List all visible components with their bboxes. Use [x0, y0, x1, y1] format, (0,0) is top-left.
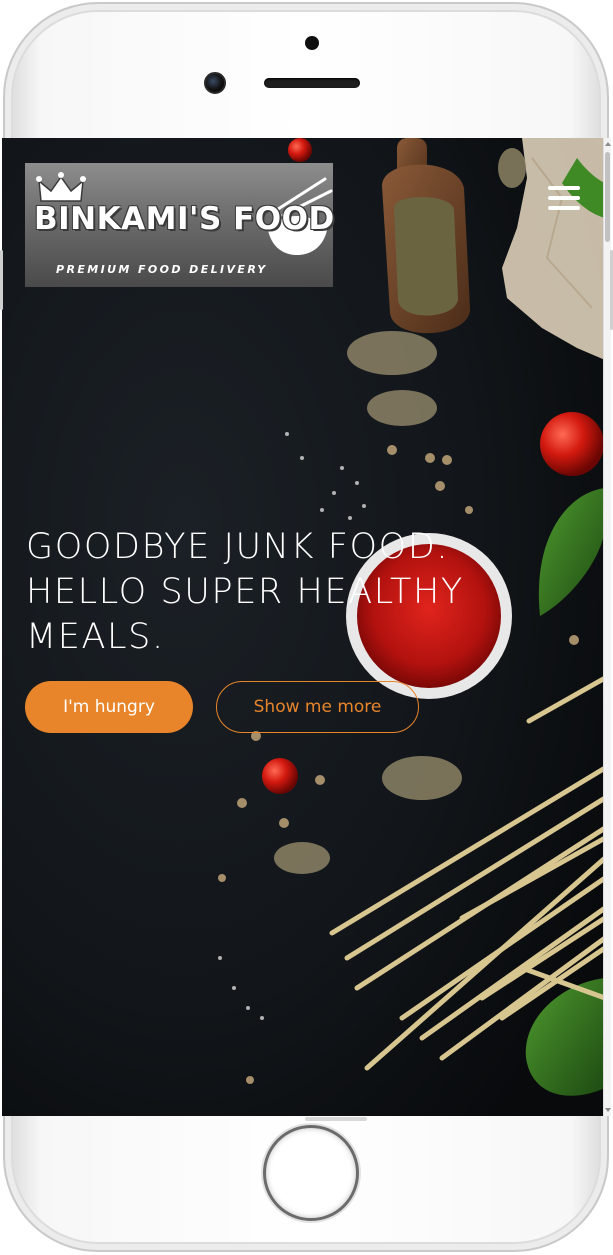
front-camera-icon: [305, 36, 319, 50]
scroll-thumb[interactable]: [605, 152, 610, 242]
home-button[interactable]: [263, 1125, 359, 1221]
menu-bar-middle: [548, 196, 580, 200]
hero-headline: GOODBYE JUNK FOOD. HELLO SUPER HEALTHY M…: [26, 527, 464, 657]
hero-section: BINKAMI'S FOOD PREMIUM FOOD DELIVERY GOO…: [2, 138, 605, 1116]
brand-name: BINKAMI'S FOOD: [34, 201, 335, 237]
brand-tagline: PREMIUM FOOD DELIVERY: [56, 263, 268, 276]
menu-bar-bottom: [548, 206, 580, 210]
volume-button: [0, 250, 3, 310]
camera-lens-icon: [204, 72, 226, 94]
earpiece-speaker: [264, 78, 360, 88]
hamburger-menu-icon[interactable]: [548, 186, 580, 212]
frame-edge-mark: [305, 1117, 367, 1121]
im-hungry-button[interactable]: I'm hungry: [25, 681, 193, 733]
show-me-more-button[interactable]: Show me more: [216, 681, 419, 733]
menu-bar-top: [548, 186, 580, 190]
scroll-up-icon[interactable]: [605, 142, 611, 146]
brand-logo[interactable]: BINKAMI'S FOOD PREMIUM FOOD DELIVERY: [25, 163, 335, 287]
scroll-down-icon[interactable]: [605, 1108, 611, 1112]
